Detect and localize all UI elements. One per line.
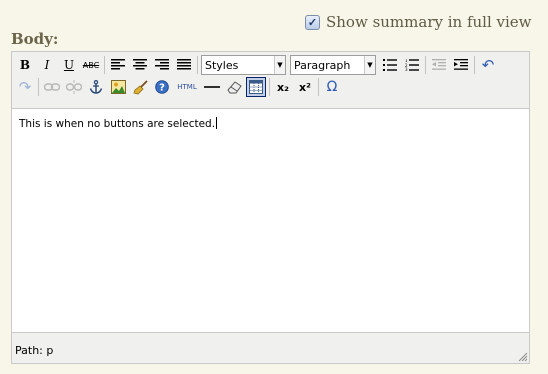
anchor-icon: [89, 80, 103, 94]
horizontal-rule-button[interactable]: [202, 77, 222, 97]
styles-select[interactable]: Styles ▼: [201, 55, 286, 75]
link-icon: [44, 83, 60, 91]
eraser-icon: [226, 80, 242, 93]
align-right-button[interactable]: [152, 55, 172, 75]
help-icon: ?: [155, 80, 169, 94]
editor-text: This is when no buttons are selected.: [19, 118, 216, 130]
chevron-down-icon: ▼: [364, 56, 375, 74]
element-path: Path: p: [15, 344, 54, 357]
html-source-button[interactable]: HTML: [174, 77, 200, 97]
underline-button[interactable]: U: [59, 55, 79, 75]
toolbar-row-2: ↷ ? HTML x₂ x² Ω: [15, 76, 344, 98]
table-grid-icon: [249, 80, 263, 94]
toolbar-separator: [104, 56, 105, 74]
indent-icon: [454, 59, 468, 70]
numbered-list-button[interactable]: 1 2 3: [402, 55, 422, 75]
align-justify-icon: [177, 59, 191, 70]
remove-format-button[interactable]: [224, 77, 244, 97]
format-select[interactable]: Paragraph ▼: [290, 55, 376, 75]
show-summary-option[interactable]: ✓ Show summary in full view: [305, 13, 532, 31]
resize-handle-icon[interactable]: [518, 352, 528, 362]
redo-button[interactable]: ↷: [15, 77, 35, 97]
help-button[interactable]: ?: [152, 77, 172, 97]
italic-button[interactable]: I: [37, 55, 57, 75]
align-justify-button[interactable]: [174, 55, 194, 75]
toolbar-row-1: B I U ABC Styles ▼ Paragraph ▼ 1 2 3 ↶: [15, 54, 500, 76]
editor-content-area[interactable]: This is when no buttons are selected.: [12, 108, 529, 333]
image-icon: [110, 80, 126, 94]
toolbar-separator: [474, 56, 475, 74]
styles-select-value: Styles: [205, 58, 239, 72]
insert-image-button[interactable]: [108, 77, 128, 97]
toolbar-separator: [269, 78, 270, 96]
anchor-button[interactable]: [86, 77, 106, 97]
bold-button[interactable]: B: [15, 55, 35, 75]
outdent-icon: [432, 59, 446, 70]
text-caret: [216, 117, 218, 129]
align-center-button[interactable]: [130, 55, 150, 75]
unlink-icon: [66, 80, 82, 94]
special-character-button[interactable]: Ω: [322, 77, 342, 97]
toolbar-separator: [38, 78, 39, 96]
visual-aid-button[interactable]: [246, 77, 266, 97]
toolbar-separator: [197, 56, 198, 74]
link-button[interactable]: [42, 77, 62, 97]
format-select-value: Paragraph: [294, 58, 351, 72]
broom-icon: [132, 79, 148, 94]
superscript-button[interactable]: x²: [295, 77, 315, 97]
outdent-button[interactable]: [429, 55, 449, 75]
svg-text:3: 3: [405, 67, 408, 71]
indent-button[interactable]: [451, 55, 471, 75]
align-left-button[interactable]: [108, 55, 128, 75]
svg-text:?: ?: [159, 83, 165, 94]
rich-text-editor: B I U ABC Styles ▼ Paragraph ▼ 1 2 3 ↶ ↷…: [11, 51, 530, 364]
bullet-list-icon: [383, 59, 397, 71]
align-left-icon: [111, 59, 125, 70]
chevron-down-icon: ▼: [274, 56, 285, 74]
bullet-list-button[interactable]: [380, 55, 400, 75]
subscript-button[interactable]: x₂: [273, 77, 293, 97]
toolbar-separator: [318, 78, 319, 96]
show-summary-checkbox[interactable]: ✓: [305, 14, 320, 30]
body-field-label: Body:: [11, 30, 59, 48]
toolbar-separator: [425, 56, 426, 74]
numbered-list-icon: 1 2 3: [405, 59, 419, 71]
horizontal-rule-icon: [204, 86, 220, 88]
strikethrough-button[interactable]: ABC: [81, 55, 101, 75]
show-summary-label[interactable]: Show summary in full view: [326, 13, 532, 31]
unlink-button[interactable]: [64, 77, 84, 97]
undo-button[interactable]: ↶: [478, 55, 498, 75]
align-center-icon: [133, 59, 147, 70]
align-right-icon: [155, 59, 169, 70]
cleanup-button[interactable]: [130, 77, 150, 97]
